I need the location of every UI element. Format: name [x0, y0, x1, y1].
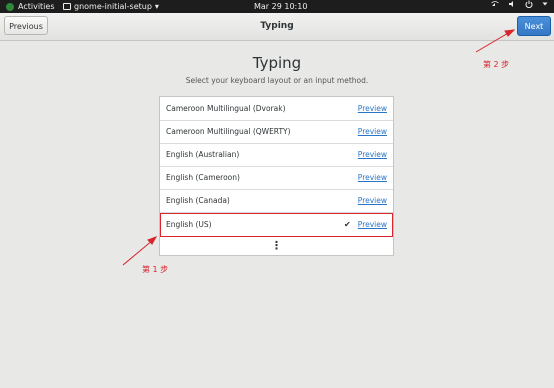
annotation-arrows	[122, 29, 516, 266]
step1-arrow	[122, 236, 158, 266]
step2-label: 第 2 步	[483, 60, 510, 69]
step1-label: 第 1 步	[142, 265, 169, 274]
step2-arrow	[475, 29, 516, 53]
